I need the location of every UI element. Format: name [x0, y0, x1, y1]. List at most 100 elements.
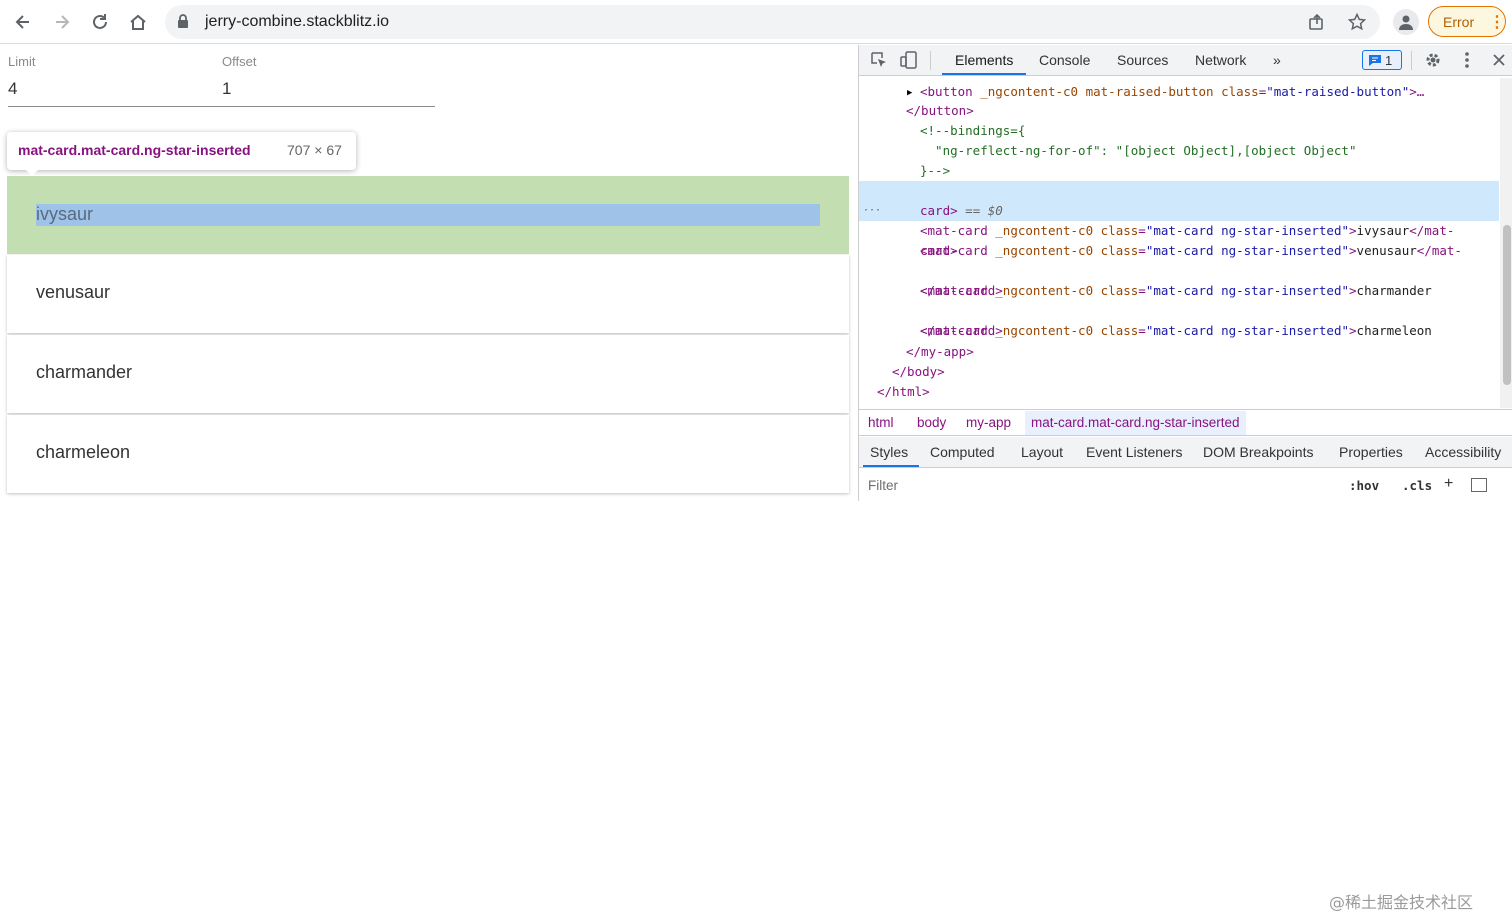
tree-row[interactable]: </html>: [859, 382, 1499, 402]
tooltip-selector: mat-card.mat-card.ng-star-inserted: [18, 142, 251, 158]
tag-name: </mat-card>: [920, 283, 1003, 298]
content-box-highlight: [36, 204, 820, 226]
card-item[interactable]: charmander: [7, 335, 849, 413]
tag-name: </button>: [906, 103, 974, 118]
add-rule-button[interactable]: +: [1444, 475, 1453, 493]
text-node: venusaur: [1356, 243, 1417, 258]
devtools-tabbar: Elements Console Sources Network » 1: [859, 45, 1512, 76]
tree-row[interactable]: ▶ <button _ngcontent-c0 mat-raised-button…: [859, 82, 1499, 102]
limit-label: Limit: [8, 54, 36, 69]
issues-badge[interactable]: 1: [1362, 50, 1402, 70]
bookmark-star-icon[interactable]: [1347, 12, 1367, 32]
tree-row[interactable]: }-->: [859, 161, 1499, 181]
devtools-panel: Elements Console Sources Network » 1 ▶ <b…: [858, 45, 1512, 912]
tree-row[interactable]: <!--bindings={: [859, 121, 1499, 141]
tab-styles[interactable]: Styles: [870, 444, 908, 460]
attr-name: _ngcontent-c0: [995, 283, 1094, 298]
expand-triangle-icon[interactable]: ▶: [907, 83, 912, 103]
attr-name: _ngcontent-c0: [980, 84, 1079, 99]
home-icon: [130, 14, 146, 30]
tooltip-arrow: [25, 169, 39, 176]
attr-name: mat-raised-button: [1085, 84, 1214, 99]
attr-value: "mat-card ng-star-inserted": [1145, 323, 1350, 338]
tag-name: card>: [920, 203, 958, 218]
active-tab-indicator: [863, 465, 919, 467]
card-item[interactable]: ivysaur: [7, 176, 849, 254]
separator: [1411, 51, 1412, 70]
filter-input[interactable]: Filter: [868, 478, 898, 493]
tab-accessibility[interactable]: Accessibility: [1425, 444, 1501, 460]
styles-tabbar: Styles Computed Layout Event Listeners D…: [859, 437, 1512, 468]
tree-row[interactable]: <mat-card _ngcontent-c0 class="mat-card …: [859, 301, 1499, 341]
tab-dom-breakpoints[interactable]: DOM Breakpoints: [1203, 444, 1313, 460]
reload-button[interactable]: [86, 8, 114, 36]
tree-row[interactable]: </body>: [859, 362, 1499, 382]
styles-filter-row: Filter :hov .cls + @稀土掘金技术社区: [859, 469, 1512, 912]
back-arrow-icon: [15, 15, 29, 29]
more-tabs-button[interactable]: »: [1273, 52, 1281, 68]
tab-sources[interactable]: Sources: [1117, 52, 1168, 68]
home-button[interactable]: [124, 8, 152, 36]
breadcrumb: html body my-app mat-card.mat-card.ng-st…: [859, 409, 1512, 436]
tab-network[interactable]: Network: [1195, 52, 1246, 68]
breadcrumb-item[interactable]: my-app: [966, 415, 1011, 430]
tab-computed[interactable]: Computed: [930, 444, 995, 460]
limit-input[interactable]: 4: [8, 79, 17, 99]
separator: [930, 51, 931, 70]
address-bar[interactable]: jerry-combine.stackblitz.io: [165, 5, 1380, 39]
card-name: charmeleon: [36, 442, 131, 462]
tag-name: </my-app>: [906, 344, 974, 359]
tree-row[interactable]: </my-app>: [859, 342, 1499, 362]
attr-name: class: [1100, 283, 1139, 298]
text-node: charmeleon: [1356, 323, 1432, 338]
gear-icon[interactable]: [1423, 50, 1443, 70]
tag-name: card>: [920, 243, 958, 258]
tree-row-selected[interactable]: ··· <mat-card _ngcontent-c0 class="mat-c…: [859, 181, 1499, 238]
offset-input[interactable]: 1: [222, 79, 231, 99]
device-toolbar-icon[interactable]: [899, 50, 919, 70]
error-button[interactable]: Error ⋮: [1428, 6, 1506, 37]
tree-row[interactable]: </button>: [859, 101, 1499, 121]
tag-close: >: [1349, 243, 1357, 258]
tab-event-listeners[interactable]: Event Listeners: [1086, 444, 1183, 460]
computed-sidebar-icon[interactable]: [1471, 478, 1487, 492]
tab-layout[interactable]: Layout: [1021, 444, 1063, 460]
breadcrumb-item[interactable]: body: [917, 415, 946, 430]
input-underline: [8, 106, 435, 107]
tag-name: </mat-card>: [920, 323, 1003, 338]
attr-name: class: [1100, 323, 1139, 338]
scrollbar-thumb[interactable]: [1503, 225, 1511, 385]
close-icon[interactable]: [1489, 50, 1509, 70]
tree-row[interactable]: "ng-reflect-ng-for-of": "[object Object]…: [859, 141, 1499, 161]
selection-marker: == $0: [965, 203, 1003, 218]
active-tab-indicator: [942, 73, 1026, 75]
cls-toggle[interactable]: .cls: [1402, 478, 1432, 493]
person-icon: [1399, 15, 1413, 30]
card-item[interactable]: venusaur: [7, 255, 849, 333]
inspect-element-icon[interactable]: [869, 50, 889, 70]
attr-name: class: [1221, 84, 1259, 99]
kebab-menu-icon: ⋮: [1489, 14, 1505, 31]
hov-toggle[interactable]: :hov: [1349, 478, 1379, 493]
watermark: @稀土掘金技术社区: [1329, 893, 1474, 912]
tree-row[interactable]: <mat-card _ngcontent-c0 class="mat-card …: [859, 221, 1499, 261]
share-icon[interactable]: [1307, 12, 1327, 32]
tab-properties[interactable]: Properties: [1339, 444, 1403, 460]
breadcrumb-item-active[interactable]: mat-card.mat-card.ng-star-inserted: [1025, 411, 1246, 435]
tab-console[interactable]: Console: [1039, 52, 1090, 68]
attr-value: "mat-card ng-star-inserted": [1145, 283, 1350, 298]
tag-name: </body>: [892, 364, 945, 379]
back-button[interactable]: [9, 8, 37, 36]
browser-toolbar: jerry-combine.stackblitz.io Error ⋮: [0, 0, 1512, 44]
tab-elements[interactable]: Elements: [955, 52, 1013, 68]
comment-text: "ng-reflect-ng-for-of": "[object Object]…: [920, 143, 1357, 158]
profile-avatar[interactable]: [1393, 9, 1419, 35]
tree-row[interactable]: <mat-card _ngcontent-c0 class="mat-card …: [859, 261, 1499, 301]
forward-button[interactable]: [48, 8, 76, 36]
tag-close: >: [1349, 283, 1357, 298]
row-ellipsis-icon[interactable]: ···: [863, 201, 881, 221]
kebab-menu-icon[interactable]: [1457, 50, 1477, 70]
attr-name: _ngcontent-c0: [995, 323, 1094, 338]
breadcrumb-item[interactable]: html: [868, 415, 894, 430]
card-item[interactable]: charmeleon: [7, 415, 849, 493]
